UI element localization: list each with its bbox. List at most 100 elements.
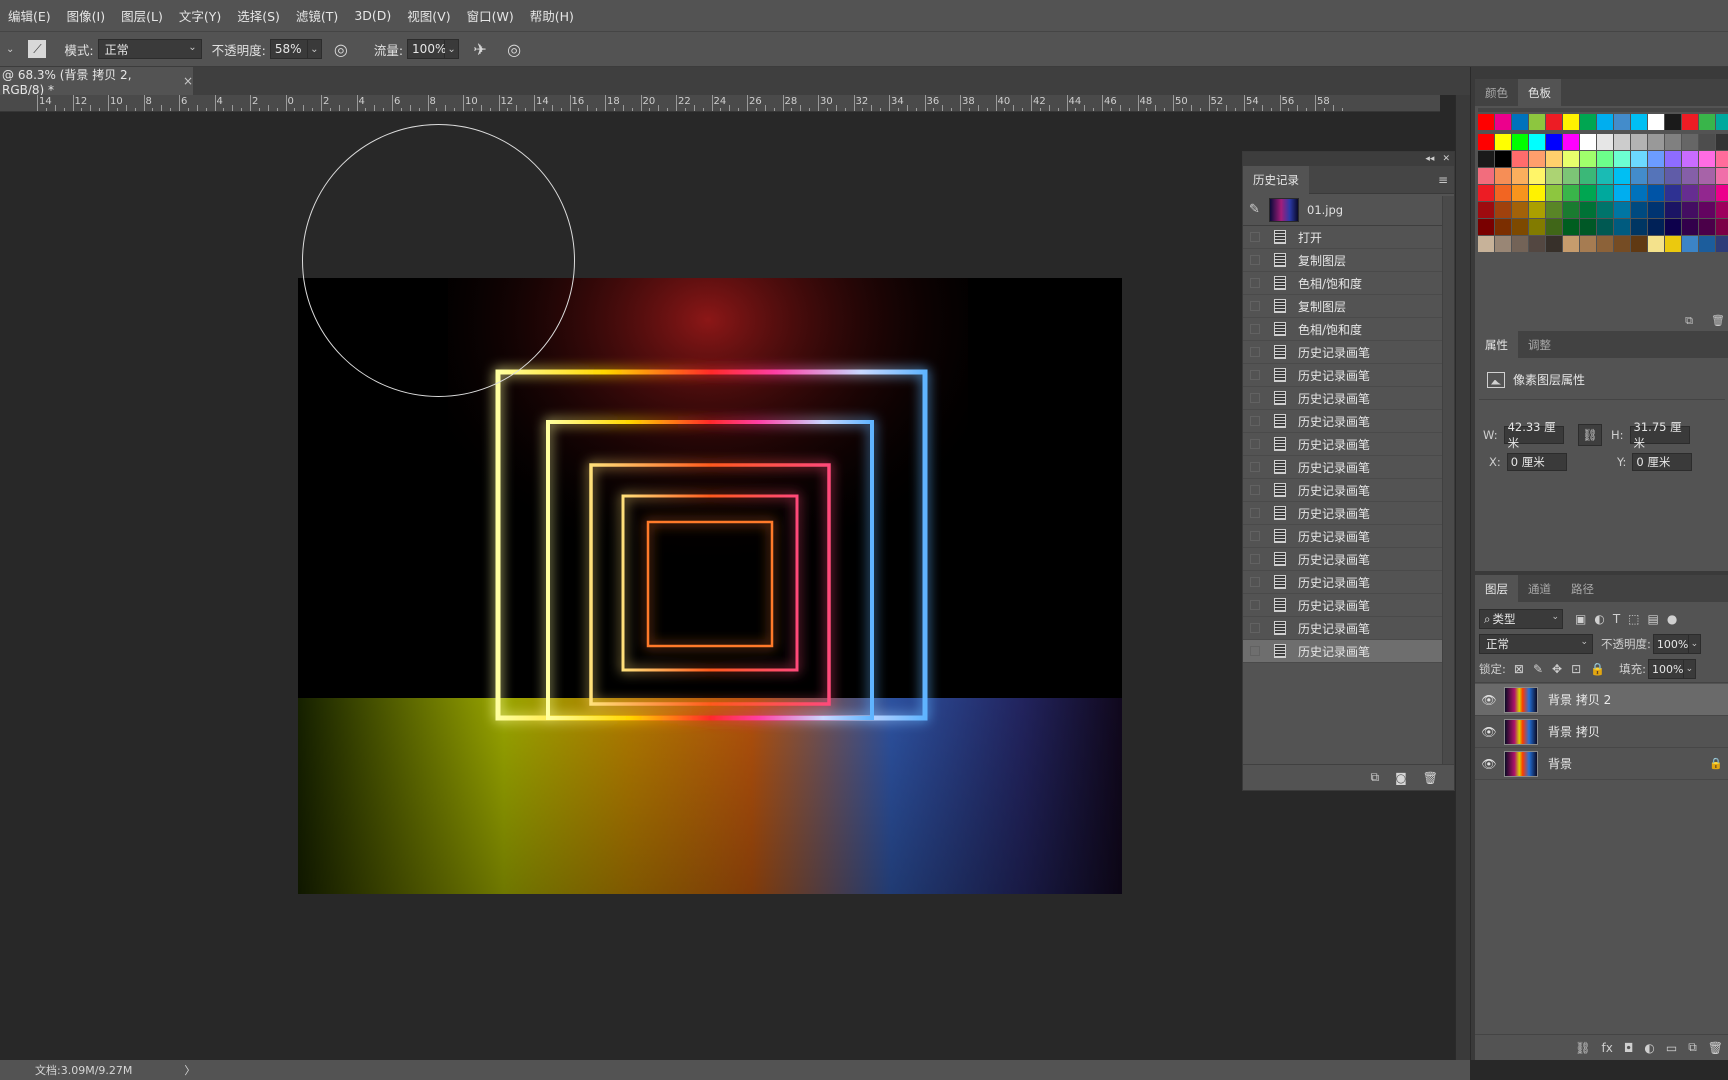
swatch[interactable] bbox=[1614, 219, 1630, 235]
history-brush-source-icon[interactable]: ✎ bbox=[1249, 202, 1267, 217]
swatch[interactable] bbox=[1665, 168, 1681, 184]
swatch[interactable] bbox=[1682, 114, 1698, 130]
swatch[interactable] bbox=[1699, 236, 1715, 252]
swatch[interactable] bbox=[1478, 219, 1494, 235]
swatch[interactable] bbox=[1682, 202, 1698, 218]
swatch[interactable] bbox=[1648, 185, 1664, 201]
history-source-checkbox[interactable] bbox=[1250, 646, 1260, 656]
swatch[interactable] bbox=[1665, 114, 1681, 130]
swatch[interactable] bbox=[1716, 151, 1728, 167]
swatch[interactable] bbox=[1614, 134, 1630, 150]
history-source-checkbox[interactable] bbox=[1250, 416, 1260, 426]
status-menu-arrow[interactable]: 〉 bbox=[184, 1062, 195, 1078]
swatch[interactable] bbox=[1716, 202, 1728, 218]
layer-opacity-slider-toggle[interactable]: ⌄ bbox=[1688, 634, 1701, 654]
swatch[interactable] bbox=[1546, 134, 1562, 150]
history-state[interactable]: 复制图层 bbox=[1243, 249, 1454, 272]
swatch[interactable] bbox=[1529, 114, 1545, 130]
history-state[interactable]: 历史记录画笔 bbox=[1243, 617, 1454, 640]
swatch[interactable] bbox=[1716, 185, 1728, 201]
collapse-icon[interactable]: ◂◂ bbox=[1425, 154, 1434, 164]
swatch[interactable] bbox=[1495, 219, 1511, 235]
swatch[interactable] bbox=[1563, 134, 1579, 150]
swatch[interactable] bbox=[1648, 202, 1664, 218]
swatch[interactable] bbox=[1580, 219, 1596, 235]
history-state[interactable]: 历史记录画笔 bbox=[1243, 640, 1454, 663]
document-tab[interactable]: @ 68.3% (背景 拷贝 2, RGB/8) * × bbox=[0, 67, 193, 97]
lock-position-icon[interactable]: ✥ bbox=[1552, 662, 1562, 676]
history-state[interactable]: 复制图层 bbox=[1243, 295, 1454, 318]
pixel-filter-icon[interactable]: ▣ bbox=[1575, 612, 1586, 626]
swatch[interactable] bbox=[1665, 236, 1681, 252]
history-state[interactable]: 历史记录画笔 bbox=[1243, 571, 1454, 594]
eye-icon[interactable]: 👁 bbox=[1478, 693, 1500, 707]
swatch[interactable] bbox=[1563, 151, 1579, 167]
swatch[interactable] bbox=[1597, 236, 1613, 252]
swatch[interactable] bbox=[1682, 236, 1698, 252]
swatch[interactable] bbox=[1648, 168, 1664, 184]
swatch[interactable] bbox=[1478, 236, 1494, 252]
swatch[interactable] bbox=[1699, 168, 1715, 184]
swatch[interactable] bbox=[1682, 151, 1698, 167]
trash-icon[interactable]: 🗑 bbox=[1711, 314, 1725, 328]
swatch[interactable] bbox=[1495, 236, 1511, 252]
tab-layers-2[interactable]: 路径 bbox=[1561, 575, 1604, 602]
swatch[interactable] bbox=[1631, 202, 1647, 218]
history-source-checkbox[interactable] bbox=[1250, 278, 1260, 288]
layer-style-icon[interactable]: fx bbox=[1602, 1041, 1613, 1055]
swatch[interactable] bbox=[1546, 236, 1562, 252]
airbrush-icon[interactable]: ✈ bbox=[469, 38, 491, 60]
layer-opacity-field[interactable]: 100% bbox=[1652, 634, 1689, 654]
swatch[interactable] bbox=[1665, 202, 1681, 218]
menu-item[interactable]: 窗口(W) bbox=[459, 6, 522, 25]
swatch[interactable] bbox=[1614, 185, 1630, 201]
swatch[interactable] bbox=[1648, 236, 1664, 252]
swatch[interactable] bbox=[1512, 151, 1528, 167]
history-source-checkbox[interactable] bbox=[1250, 370, 1260, 380]
history-source-checkbox[interactable] bbox=[1250, 508, 1260, 518]
pressure-size-icon[interactable]: ◎ bbox=[503, 38, 525, 60]
history-state[interactable]: 历史记录画笔 bbox=[1243, 387, 1454, 410]
history-state[interactable]: 历史记录画笔 bbox=[1243, 525, 1454, 548]
swatch[interactable] bbox=[1648, 114, 1664, 130]
close-icon[interactable]: × bbox=[183, 74, 193, 88]
swatch[interactable] bbox=[1495, 185, 1511, 201]
swatch[interactable] bbox=[1631, 219, 1647, 235]
link-dimensions-icon[interactable]: ⛓ bbox=[1578, 424, 1602, 446]
swatch[interactable] bbox=[1529, 134, 1545, 150]
swatch[interactable] bbox=[1597, 168, 1613, 184]
menu-item[interactable]: 图层(L) bbox=[113, 6, 171, 25]
swatch[interactable] bbox=[1529, 236, 1545, 252]
history-state[interactable]: 打开 bbox=[1243, 226, 1454, 249]
layer-row[interactable]: 👁 背景 拷贝 2 bbox=[1475, 684, 1728, 716]
opacity-field[interactable]: 58% bbox=[269, 39, 308, 59]
swatch[interactable] bbox=[1682, 219, 1698, 235]
swatch[interactable] bbox=[1512, 219, 1528, 235]
history-source-checkbox[interactable] bbox=[1250, 554, 1260, 564]
swatch[interactable] bbox=[1478, 185, 1494, 201]
swatch[interactable] bbox=[1716, 168, 1728, 184]
tab-properties-1[interactable]: 调整 bbox=[1518, 331, 1561, 358]
swatch[interactable] bbox=[1512, 236, 1528, 252]
layer-filter-select[interactable]: ⌕ 类型 ⌄ bbox=[1479, 609, 1563, 629]
new-group-icon[interactable]: ▭ bbox=[1666, 1041, 1677, 1055]
history-state[interactable]: 历史记录画笔 bbox=[1243, 594, 1454, 617]
document-size-info[interactable]: 文档:3.09M/9.27M bbox=[35, 1062, 132, 1078]
swatch[interactable] bbox=[1665, 185, 1681, 201]
trash-icon[interactable]: 🗑 bbox=[1423, 771, 1438, 785]
adjustment-layer-icon[interactable]: ◐ bbox=[1644, 1041, 1654, 1055]
height-field[interactable]: 31.75 厘米 bbox=[1629, 420, 1690, 450]
close-icon[interactable]: ✕ bbox=[1442, 154, 1450, 164]
new-document-from-state-icon[interactable]: ⧉ bbox=[1371, 770, 1380, 785]
history-source-checkbox[interactable] bbox=[1250, 485, 1260, 495]
history-state[interactable]: 历史记录画笔 bbox=[1243, 502, 1454, 525]
swatch[interactable] bbox=[1597, 134, 1613, 150]
menu-item[interactable]: 编辑(E) bbox=[0, 6, 59, 25]
swatch[interactable] bbox=[1597, 114, 1613, 130]
swatch[interactable] bbox=[1563, 114, 1579, 130]
swatch[interactable] bbox=[1563, 168, 1579, 184]
swatch[interactable] bbox=[1512, 134, 1528, 150]
link-layers-icon[interactable]: ⛓ bbox=[1575, 1041, 1590, 1055]
x-field[interactable]: 0 厘米 bbox=[1506, 453, 1567, 471]
swatch[interactable] bbox=[1546, 202, 1562, 218]
